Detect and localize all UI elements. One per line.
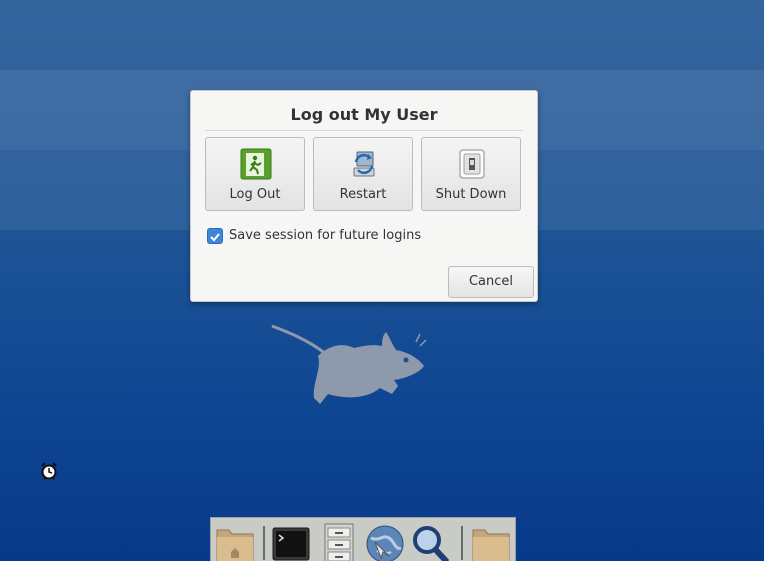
alarm-clock-icon[interactable]: [39, 461, 59, 481]
exit-door-icon: [240, 148, 272, 180]
power-switch-icon: [459, 149, 485, 179]
save-session-checkbox[interactable]: [207, 228, 223, 244]
dialog-title: Log out My User: [290, 105, 438, 124]
cancel-button[interactable]: Cancel: [448, 266, 534, 298]
log-out-button[interactable]: Log Out: [205, 137, 305, 211]
folder-icon[interactable]: [471, 522, 511, 561]
terminal-icon[interactable]: [271, 522, 311, 561]
home-folder-icon[interactable]: [215, 522, 255, 561]
restart-label: Restart: [339, 187, 387, 202]
shut-down-button[interactable]: Shut Down: [421, 137, 521, 211]
file-cabinet-icon[interactable]: [319, 522, 359, 561]
dock-separator: [263, 526, 265, 560]
title-divider: [205, 130, 523, 131]
restart-icon: [353, 151, 375, 177]
xfce-mouse-logo: [271, 324, 427, 404]
shut-down-label: Shut Down: [435, 187, 507, 202]
search-icon[interactable]: [411, 522, 451, 561]
log-out-label: Log Out: [229, 187, 281, 202]
desktop: Log out My User Log Out Restart Shut Dow…: [0, 0, 764, 561]
web-browser-icon[interactable]: [365, 522, 405, 561]
logout-dialog: Log out My User Log Out Restart Shut Dow…: [190, 90, 538, 302]
dock-separator: [461, 526, 463, 560]
restart-button[interactable]: Restart: [313, 137, 413, 211]
checkmark-icon: [210, 233, 220, 242]
dock-panel: [210, 517, 516, 561]
save-session-label[interactable]: Save session for future logins: [229, 228, 421, 243]
